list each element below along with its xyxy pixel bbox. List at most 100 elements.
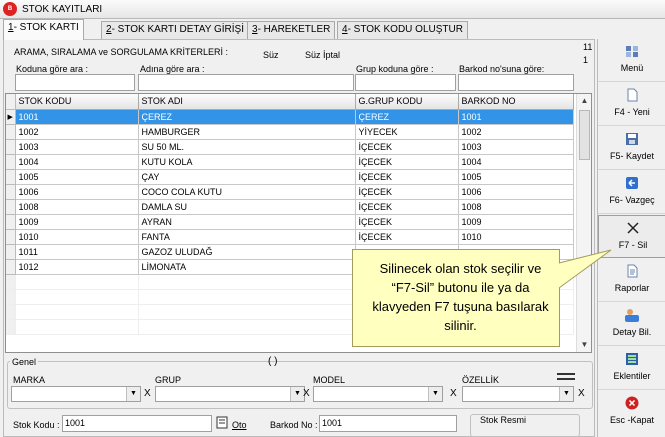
tab-stok-karti[interactable]: 1- STOK KARTI <box>3 19 84 40</box>
table-row[interactable]: 1006 COCO COLA KUTU İÇECEK 1006 <box>6 184 574 200</box>
tab-hareketler[interactable]: 3- HAREKETLER <box>247 21 336 39</box>
cell-grup-kodu[interactable]: ÇEREZ <box>355 109 459 125</box>
code-search-input[interactable] <box>15 74 135 91</box>
column-header-stok-adi[interactable]: STOK ADI <box>138 94 356 110</box>
cell-barkod-no[interactable]: 1003 <box>458 139 574 155</box>
cancel-button[interactable]: F6- Vazgeç <box>598 171 665 214</box>
cell-barkod-no[interactable]: 1006 <box>458 184 574 200</box>
column-header-barkod-no[interactable]: BARKOD NO <box>458 94 574 110</box>
table-row[interactable]: 1008 DAMLA SU İÇECEK 1008 <box>6 199 574 215</box>
row-indicator[interactable] <box>6 184 16 200</box>
marka-dropdown[interactable]: ▼ <box>11 386 141 402</box>
filter-cancel-link[interactable]: Süz İptal <box>305 50 340 60</box>
cell-grup-kodu[interactable]: İÇECEK <box>355 214 459 230</box>
cell-stok-adi[interactable]: GAZOZ ULUDAĞ <box>138 244 356 260</box>
new-button[interactable]: F4 - Yeni <box>598 83 665 126</box>
cell-stok-adi[interactable]: HAMBURGER <box>138 124 356 140</box>
model-clear-icon[interactable]: X <box>450 388 457 399</box>
cell-stok-kodu[interactable]: 1003 <box>15 139 139 155</box>
scroll-thumb[interactable] <box>579 110 590 160</box>
cell-stok-kodu[interactable]: 1004 <box>15 154 139 170</box>
row-indicator[interactable] <box>6 154 16 170</box>
chevron-down-icon[interactable]: ▼ <box>126 387 140 401</box>
cell-barkod-no[interactable]: 1002 <box>458 124 574 140</box>
row-indicator[interactable] <box>6 229 16 245</box>
tab-stok-karti-detay[interactable]: 2- STOK KARTI DETAY GİRİŞİ <box>101 21 249 39</box>
cell-stok-adi[interactable]: ÇAY <box>138 169 356 185</box>
grup-dropdown[interactable]: ▼ <box>155 386 305 402</box>
table-row[interactable]: 1004 KUTU KOLA İÇECEK 1004 <box>6 154 574 170</box>
table-row[interactable]: 1009 AYRAN İÇECEK 1009 <box>6 214 574 230</box>
cell-stok-kodu[interactable]: 1006 <box>15 184 139 200</box>
scroll-down-icon[interactable]: ▼ <box>577 338 592 352</box>
table-row[interactable]: 1005 ÇAY İÇECEK 1005 <box>6 169 574 185</box>
cell-barkod-no[interactable]: 1010 <box>458 229 574 245</box>
table-row[interactable]: 1003 SU 50 ML. İÇECEK 1003 <box>6 139 574 155</box>
cell-stok-adi[interactable]: COCO COLA KUTU <box>138 184 356 200</box>
cell-stok-kodu[interactable]: 1008 <box>15 199 139 215</box>
column-header-grup-kodu[interactable]: G.GRUP KODU <box>355 94 459 110</box>
grup-clear-icon[interactable]: X <box>303 388 310 399</box>
ozellik-clear-icon[interactable]: X <box>578 388 585 399</box>
column-header-stok-kodu[interactable]: STOK KODU <box>15 94 139 110</box>
cell-stok-kodu[interactable]: 1005 <box>15 169 139 185</box>
cell-barkod-no[interactable]: 1009 <box>458 214 574 230</box>
cell-stok-kodu[interactable]: 1009 <box>15 214 139 230</box>
cell-stok-kodu[interactable]: 1011 <box>15 244 139 260</box>
filter-link[interactable]: Süz <box>263 50 279 60</box>
table-row[interactable]: ▶ 1001 ÇEREZ ÇEREZ 1001 <box>6 109 574 125</box>
cell-stok-adi[interactable]: AYRAN <box>138 214 356 230</box>
detail-info-button[interactable]: Detay Bil. <box>598 303 665 346</box>
cell-grup-kodu[interactable]: İÇECEK <box>355 184 459 200</box>
chevron-down-icon[interactable]: ▼ <box>290 387 304 401</box>
cell-stok-adi[interactable]: LİMONATA <box>138 259 356 275</box>
marka-clear-icon[interactable]: X <box>144 388 151 399</box>
cell-stok-adi[interactable]: SU 50 ML. <box>138 139 356 155</box>
row-indicator[interactable] <box>6 214 16 230</box>
cell-stok-kodu[interactable]: 1012 <box>15 259 139 275</box>
table-row[interactable]: 1002 HAMBURGER YİYECEK 1002 <box>6 124 574 140</box>
cell-grup-kodu[interactable]: İÇECEK <box>355 199 459 215</box>
ozellik-dropdown[interactable]: ▼ <box>462 386 574 402</box>
cell-grup-kodu[interactable]: İÇECEK <box>355 154 459 170</box>
cell-stok-adi[interactable]: DAMLA SU <box>138 199 356 215</box>
row-indicator[interactable] <box>6 169 16 185</box>
chevron-down-icon[interactable]: ▼ <box>428 387 442 401</box>
group-search-input[interactable] <box>355 74 456 91</box>
cell-barkod-no[interactable]: 1008 <box>458 199 574 215</box>
barcode-search-input[interactable] <box>458 74 574 91</box>
cell-stok-adi[interactable]: KUTU KOLA <box>138 154 356 170</box>
splitter-grip-icon[interactable]: ( ) <box>268 356 277 367</box>
cell-barkod-no[interactable]: 1005 <box>458 169 574 185</box>
scroll-up-icon[interactable]: ▲ <box>577 94 592 108</box>
stok-kodu-input[interactable]: 1001 <box>62 415 212 432</box>
menu-button[interactable]: Menü <box>598 39 665 82</box>
cell-stok-adi[interactable]: ÇEREZ <box>138 109 356 125</box>
row-indicator[interactable] <box>6 259 16 275</box>
cell-stok-kodu[interactable]: 1001 <box>15 109 139 125</box>
plugins-button[interactable]: Eklentiler <box>598 347 665 390</box>
name-search-input[interactable] <box>138 74 354 91</box>
cell-stok-adi[interactable]: FANTA <box>138 229 356 245</box>
cell-grup-kodu[interactable]: İÇECEK <box>355 139 459 155</box>
chevron-down-icon[interactable]: ▼ <box>559 387 573 401</box>
save-button[interactable]: F5- Kaydet <box>598 127 665 170</box>
row-indicator[interactable] <box>6 244 16 260</box>
cell-stok-kodu[interactable]: 1002 <box>15 124 139 140</box>
row-indicator[interactable] <box>6 199 16 215</box>
oto-link[interactable]: Oto <box>232 420 247 430</box>
auto-code-icon[interactable] <box>216 416 230 429</box>
cell-grup-kodu[interactable]: İÇECEK <box>355 229 459 245</box>
cell-barkod-no[interactable]: 1001 <box>458 109 574 125</box>
cell-grup-kodu[interactable]: YİYECEK <box>355 124 459 140</box>
row-indicator[interactable] <box>6 139 16 155</box>
grid-options-icon[interactable] <box>557 373 575 380</box>
tab-stok-kodu-olustur[interactable]: 4- STOK KODU OLUŞTUR <box>337 21 468 39</box>
row-indicator[interactable]: ▶ <box>6 109 16 125</box>
model-dropdown[interactable]: ▼ <box>313 386 443 402</box>
cell-stok-kodu[interactable]: 1010 <box>15 229 139 245</box>
grid-scrollbar[interactable]: ▲ ▼ <box>576 94 591 352</box>
cell-grup-kodu[interactable]: İÇECEK <box>355 169 459 185</box>
row-indicator[interactable] <box>6 124 16 140</box>
cell-barkod-no[interactable]: 1004 <box>458 154 574 170</box>
